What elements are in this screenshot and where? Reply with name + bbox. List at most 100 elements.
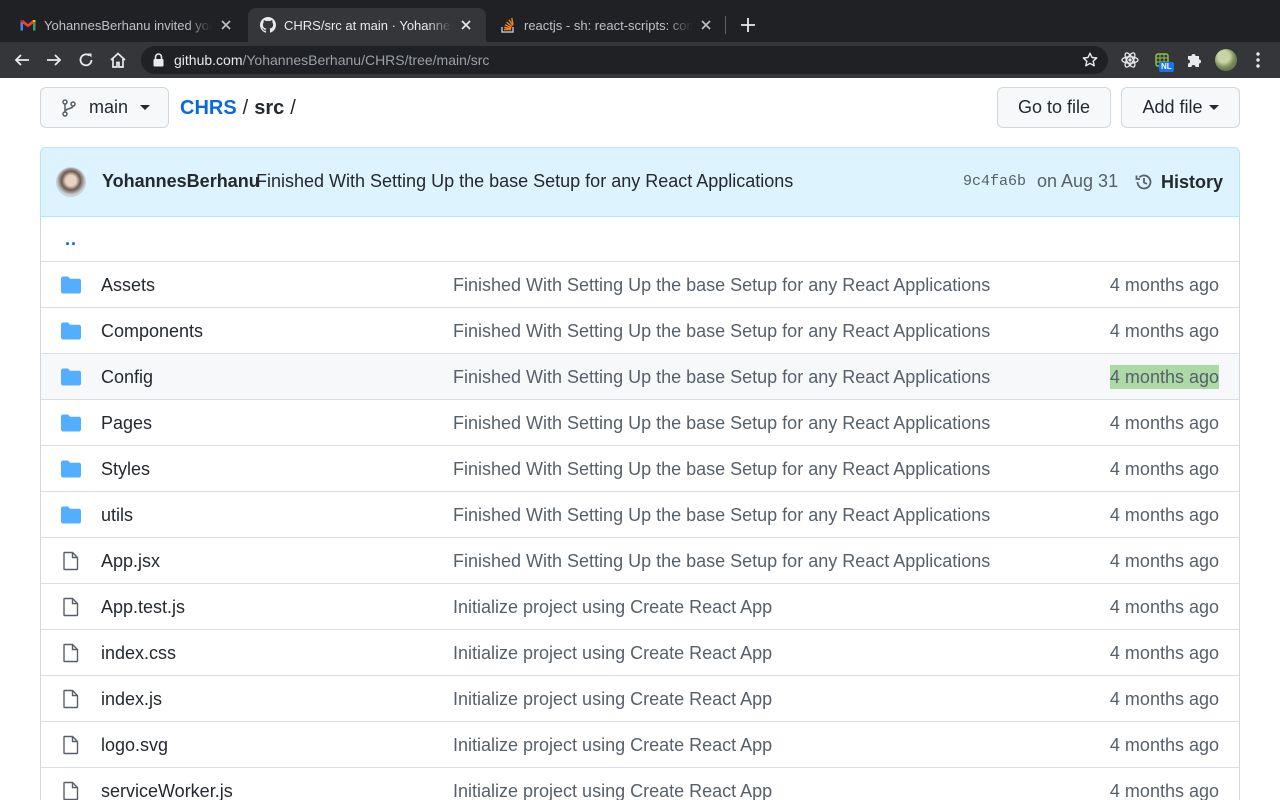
file-name-link[interactable]: App.jsx [101, 551, 160, 572]
close-icon[interactable] [698, 17, 714, 33]
folder-icon [61, 459, 81, 479]
file-name-link[interactable]: serviceWorker.js [101, 781, 233, 800]
go-to-file-button[interactable]: Go to file [997, 87, 1111, 128]
file-name-link[interactable]: Pages [101, 413, 152, 434]
table-row[interactable]: Components Finished With Setting Up the b… [41, 307, 1239, 353]
file-name-link[interactable]: Config [101, 367, 153, 388]
file-age: 4 months ago [1109, 643, 1219, 663]
file-icon [61, 643, 81, 663]
home-icon [110, 52, 126, 68]
file-commit-message-link[interactable]: Finished With Setting Up the base Setup … [453, 505, 990, 526]
commit-author-link[interactable]: YohannesBerhanu [102, 171, 260, 192]
table-row[interactable]: utils Finished With Setting Up the base S… [41, 491, 1239, 537]
github-page: main CHRS / src / Go to file Add file Yohan… [0, 78, 1280, 800]
file-icon [61, 781, 81, 800]
history-link[interactable]: History [1133, 169, 1223, 195]
table-row[interactable]: Styles Finished With Setting Up the base … [41, 445, 1239, 491]
table-row[interactable]: Assets Finished With Setting Up the base … [41, 261, 1239, 307]
lock-icon[interactable] [151, 52, 165, 68]
browser-tab-bar: YohannesBerhanu invited you t CHRS/src a… [0, 0, 1280, 42]
chevron-down-icon [140, 105, 151, 110]
file-commit-message-link[interactable]: Initialize project using Create React Ap… [453, 735, 772, 756]
avatar[interactable] [56, 167, 86, 197]
file-name-link[interactable]: App.test.js [101, 597, 185, 618]
file-commit-message-link[interactable]: Finished With Setting Up the base Setup … [453, 551, 990, 572]
tab-github[interactable]: CHRS/src at main · YohannesBerhanu [248, 8, 486, 42]
table-row[interactable]: serviceWorker.js Initialize project using… [41, 767, 1239, 800]
file-icon [61, 689, 81, 709]
file-commit-message-link[interactable]: Finished With Setting Up the base Setup … [453, 367, 990, 388]
forward-button[interactable] [42, 48, 66, 72]
new-tab-button[interactable] [736, 13, 760, 37]
file-name-link[interactable]: Assets [101, 275, 155, 296]
file-commit-message-link[interactable]: Initialize project using Create React Ap… [453, 689, 772, 710]
commit-sha-link[interactable]: 9c4fa6b [963, 173, 1026, 190]
extension-badge: NL [1159, 62, 1174, 72]
table-row[interactable]: Pages Finished With Setting Up the base S… [41, 399, 1239, 445]
file-commit-message-link[interactable]: Initialize project using Create React Ap… [453, 597, 772, 618]
file-name-link[interactable]: Styles [101, 459, 150, 480]
add-file-button[interactable]: Add file [1121, 87, 1240, 128]
file-name-link[interactable]: Components [101, 321, 203, 342]
close-icon[interactable] [218, 17, 234, 33]
file-age: 4 months ago [1109, 551, 1219, 571]
table-row[interactable]: Config Finished With Setting Up the base … [41, 353, 1239, 399]
puzzle-icon[interactable] [1182, 48, 1206, 72]
profile-avatar[interactable] [1215, 49, 1237, 71]
breadcrumb-trailing-separator: / [290, 97, 296, 119]
tab-title: CHRS/src at main · YohannesBerhanu [284, 17, 452, 33]
table-row[interactable]: index.js Initialize project using Create … [41, 675, 1239, 721]
browser-toolbar: github.com/YohannesBerhanu/CHRS/tree/mai… [0, 42, 1280, 78]
breadcrumb-repo-link[interactable]: CHRS [180, 97, 237, 119]
file-commit-message-link[interactable]: Initialize project using Create React Ap… [453, 643, 772, 664]
tab-gmail[interactable]: YohannesBerhanu invited you t [8, 8, 246, 42]
parent-dir-row[interactable]: .. [41, 217, 1239, 261]
star-icon[interactable] [1082, 52, 1098, 68]
file-commit-message-link[interactable]: Finished With Setting Up the base Setup … [453, 413, 990, 434]
reload-button[interactable] [74, 48, 98, 72]
folder-icon [61, 321, 81, 341]
file-name-link[interactable]: utils [101, 505, 133, 526]
file-commit-message-link[interactable]: Finished With Setting Up the base Setup … [453, 459, 990, 480]
tab-stackoverflow[interactable]: reactjs - sh: react-scripts: command not… [488, 8, 726, 42]
git-branch-icon [61, 98, 77, 117]
file-name-link[interactable]: logo.svg [101, 735, 168, 756]
parent-dir-link[interactable]: .. [65, 229, 77, 250]
folder-icon [61, 505, 81, 525]
address-bar[interactable]: github.com/YohannesBerhanu/CHRS/tree/mai… [141, 46, 1108, 74]
file-commit-message-link[interactable]: Initialize project using Create React Ap… [453, 781, 772, 800]
menu-dots-icon[interactable] [1246, 48, 1270, 72]
file-age: 4 months ago [1109, 735, 1219, 755]
back-button[interactable] [10, 48, 34, 72]
reload-icon [79, 53, 93, 67]
tab-title: reactjs - sh: react-scripts: command not… [524, 17, 692, 33]
file-age: 4 months ago [1109, 597, 1219, 617]
breadcrumb-current-dir: src [254, 97, 285, 119]
history-icon [1133, 171, 1155, 193]
table-row[interactable]: index.css Initialize project using Create… [41, 629, 1239, 675]
table-row[interactable]: App.test.js Initialize project using Crea… [41, 583, 1239, 629]
close-icon[interactable] [458, 17, 474, 33]
file-age: 4 months ago [1109, 413, 1219, 433]
file-age: 4 months ago [1109, 365, 1219, 389]
commit-date: on Aug 31 [1037, 171, 1119, 191]
file-name-link[interactable]: index.js [101, 689, 162, 710]
back-icon [14, 54, 29, 66]
gmail-icon [20, 17, 36, 33]
file-age: 4 months ago [1109, 689, 1219, 709]
commit-message-link[interactable]: Finished With Setting Up the base Setup … [256, 171, 793, 192]
home-button[interactable] [106, 48, 130, 72]
file-age: 4 months ago [1109, 321, 1219, 341]
branch-select-button[interactable]: main [40, 87, 169, 128]
file-commit-message-link[interactable]: Finished With Setting Up the base Setup … [453, 275, 990, 296]
tab-separator [725, 16, 726, 34]
url-text: github.com/YohannesBerhanu/CHRS/tree/mai… [174, 52, 489, 68]
stackoverflow-icon [500, 17, 516, 33]
add-file-label: Add file [1142, 97, 1203, 117]
file-commit-message-link[interactable]: Finished With Setting Up the base Setup … [453, 321, 990, 342]
file-name-link[interactable]: index.css [101, 643, 176, 664]
url-host: github.com [174, 52, 243, 68]
react-devtools-icon[interactable] [1118, 48, 1142, 72]
table-row[interactable]: App.jsx Finished With Setting Up the base… [41, 537, 1239, 583]
table-row[interactable]: logo.svg Initialize project using Create … [41, 721, 1239, 767]
